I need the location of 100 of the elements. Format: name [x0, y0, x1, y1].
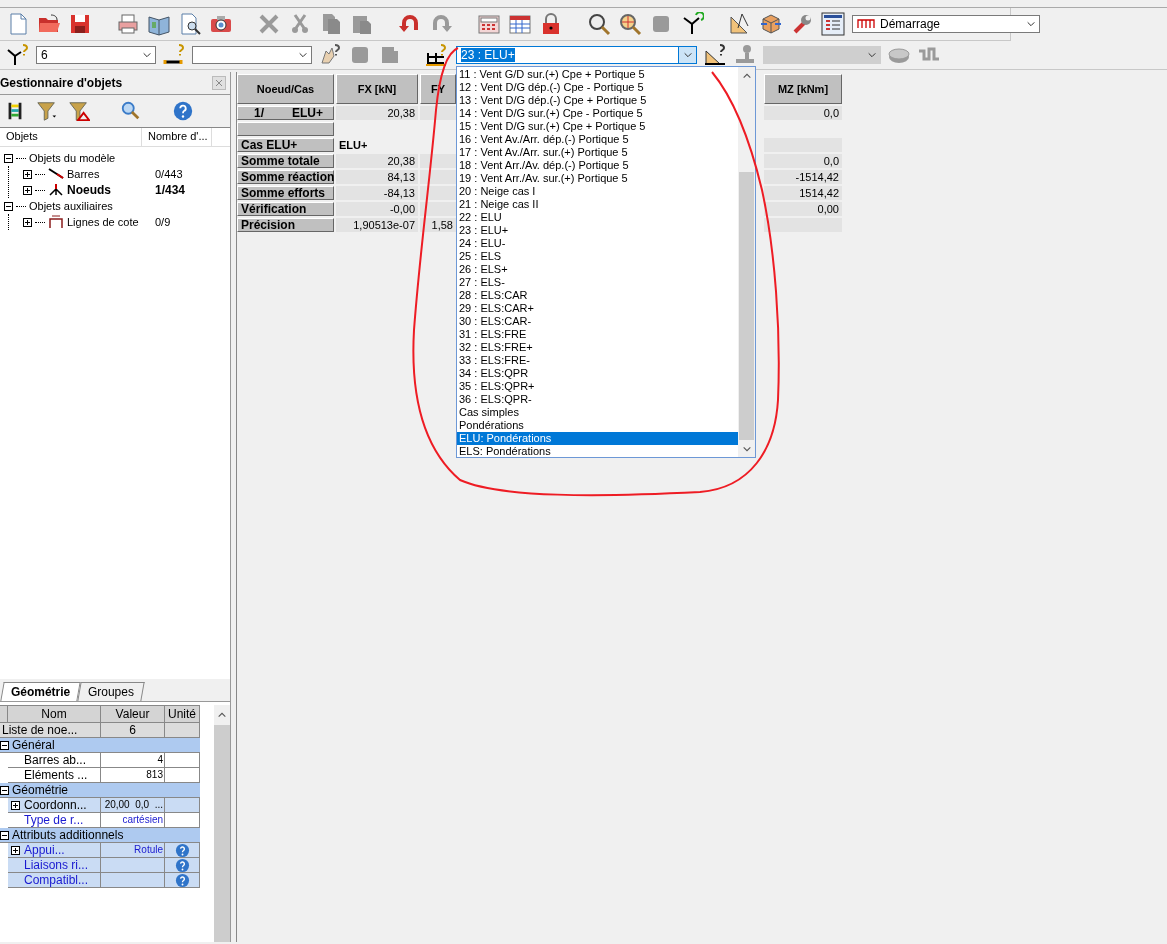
table-cell: 0,0 — [764, 154, 842, 168]
filter-icon[interactable] — [36, 100, 58, 122]
tab[interactable]: Géométrie — [0, 682, 82, 701]
column-header[interactable]: Objets — [0, 128, 142, 146]
dropdown-option[interactable]: 15 : Vent D/G sur.(+) Cpe + Portique 5 — [457, 120, 738, 133]
dropdown-option[interactable]: 17 : Vent Av./Arr. sur.(+) Portique 5 — [457, 146, 738, 159]
column-header[interactable]: MZ [kNm] — [764, 74, 842, 104]
document-magnifier-icon[interactable] — [178, 12, 202, 36]
scrollbar[interactable] — [214, 705, 230, 942]
dropdown-option[interactable]: 32 : ELS:FRE+ — [457, 341, 738, 354]
dropdown-option[interactable]: 19 : Vent Arr./Av. sur.(+) Portique 5 — [457, 172, 738, 185]
dropdown-option[interactable]: 26 : ELS+ — [457, 263, 738, 276]
column-header[interactable]: Nombre d'... — [142, 128, 212, 146]
dropdown-option[interactable]: 31 : ELS:FRE — [457, 328, 738, 341]
dropdown-option[interactable]: 35 : ELS:QPR+ — [457, 380, 738, 393]
tree-item[interactable]: Lignes de cote — [67, 216, 139, 228]
tree-item[interactable]: Noeuds — [67, 183, 111, 197]
dropdown-option[interactable]: 13 : Vent D/G dép.(-) Cpe + Portique 5 — [457, 94, 738, 107]
dropdown-option[interactable]: 25 : ELS — [457, 250, 738, 263]
save-icon[interactable] — [68, 12, 92, 36]
caret-icon — [866, 50, 877, 60]
load-query-icon[interactable] — [424, 43, 448, 67]
item-count: 0/9 — [154, 216, 171, 228]
collapse-toggle[interactable] — [4, 201, 13, 211]
column-header[interactable]: FX [kN] — [336, 74, 418, 104]
expand-toggle[interactable] — [23, 185, 32, 195]
collapse-toggle[interactable] — [0, 830, 9, 840]
dropdown-option[interactable]: 16 : Vent Av./Arr. dép.(-) Portique 5 — [457, 133, 738, 146]
tab[interactable]: Groupes — [77, 682, 146, 701]
expand-toggle[interactable] — [23, 217, 32, 227]
dropdown-option[interactable]: 27 : ELS- — [457, 276, 738, 289]
dropdown-option[interactable]: 36 : ELS:QPR- — [457, 393, 738, 406]
column-header[interactable]: Noeud/Cas — [237, 74, 334, 104]
printer-icon[interactable] — [116, 12, 140, 36]
help-icon[interactable] — [174, 857, 190, 873]
row-header: Précision — [237, 218, 334, 232]
dropdown-option[interactable]: 28 : ELS:CAR — [457, 289, 738, 302]
search-icon[interactable] — [120, 100, 142, 122]
help-icon[interactable] — [174, 842, 190, 858]
row-header: Somme efforts — [237, 186, 334, 200]
dropdown-option[interactable]: 14 : Vent D/G sur.(+) Cpe - Portique 5 — [457, 107, 738, 120]
list-panel-icon[interactable] — [821, 12, 845, 36]
dropdown-option[interactable]: 11 : Vent G/D sur.(+) Cpe + Portique 5 — [457, 68, 738, 81]
property-name: Liste de noe... — [0, 723, 101, 738]
help-icon[interactable] — [174, 872, 190, 888]
zoom-icon[interactable] — [587, 12, 611, 36]
filter-clear-icon[interactable] — [68, 100, 90, 122]
dropdown-option[interactable]: 18 : Vent Arr./Av. dép.(-) Portique 5 — [457, 159, 738, 172]
dropdown-option[interactable]: 24 : ELU- — [457, 237, 738, 250]
zoom-target-icon[interactable] — [618, 12, 642, 36]
column-header[interactable]: Unité — [165, 705, 200, 723]
node-query-icon[interactable] — [6, 43, 30, 67]
table-cell — [420, 170, 456, 184]
dropdown-option[interactable]: 12 : Vent D/G dép.(-) Cpe - Portique 5 — [457, 81, 738, 94]
column-header[interactable]: Nom — [8, 705, 101, 723]
collapse-toggle[interactable] — [0, 785, 9, 795]
table-cell: 1514,42 — [764, 186, 842, 200]
item-count: 0/443 — [154, 168, 183, 180]
section-title: Géométrie — [12, 783, 69, 797]
bar-selector[interactable] — [192, 46, 312, 64]
property-name: Appui... — [22, 843, 101, 858]
dropdown-option[interactable]: 34 : ELS:QPR — [457, 367, 738, 380]
dropdown-option[interactable]: Pondérations — [457, 419, 738, 432]
close-button[interactable] — [212, 76, 226, 90]
column-header — [0, 705, 8, 723]
spreadsheet-icon[interactable] — [508, 12, 532, 36]
dropdown-option[interactable]: 21 : Neige cas II — [457, 198, 738, 211]
dropdown-option[interactable]: 30 : ELS:CAR- — [457, 315, 738, 328]
tree-item[interactable]: Barres — [67, 168, 100, 180]
dropdown-option[interactable]: ELS: Pondérations — [457, 445, 738, 458]
view-selector[interactable]: Démarrage — [852, 15, 1040, 33]
cube-icon[interactable] — [759, 12, 783, 36]
dropdown-option[interactable]: 33 : ELS:FRE- — [457, 354, 738, 367]
tree-item[interactable]: Objets auxiliaires — [29, 200, 113, 212]
hand-query-icon[interactable] — [318, 43, 342, 67]
collapse-toggle[interactable] — [4, 153, 13, 163]
collapse-toggle[interactable] — [0, 740, 9, 750]
column-header[interactable]: Valeur — [101, 705, 165, 723]
bar-query-icon[interactable] — [162, 43, 186, 67]
dropdown-option[interactable]: Cas simples — [457, 406, 738, 419]
node-icon — [48, 182, 64, 198]
dropdown-option[interactable]: ELU: Pondérations — [457, 432, 738, 445]
scrollbar[interactable] — [738, 67, 755, 457]
calculator-icon[interactable] — [477, 12, 501, 36]
dropdown-option[interactable]: 22 : ELU — [457, 211, 738, 224]
set-square-query-icon[interactable] — [703, 43, 727, 67]
node-number: 1/ — [253, 107, 264, 119]
tree-item[interactable]: Objets du modèle — [29, 152, 116, 164]
property-value: 20,00 0,0 ... — [101, 798, 165, 813]
dropdown-option[interactable]: 20 : Neige cas I — [457, 185, 738, 198]
row-header: Somme totale — [237, 154, 334, 168]
row-header: Cas ELU+ — [237, 138, 334, 152]
dropdown-option[interactable]: 23 : ELU+ — [457, 224, 738, 237]
help-icon[interactable] — [172, 100, 194, 122]
property-name: Compatibl... — [22, 873, 101, 888]
dropdown-option[interactable]: 29 : ELS:CAR+ — [457, 302, 738, 315]
expand-toggle[interactable] — [23, 169, 32, 179]
section-title: Attributs additionnels — [12, 828, 124, 842]
node-selector[interactable]: 6 — [36, 46, 156, 64]
property-value: 813 — [101, 768, 165, 783]
